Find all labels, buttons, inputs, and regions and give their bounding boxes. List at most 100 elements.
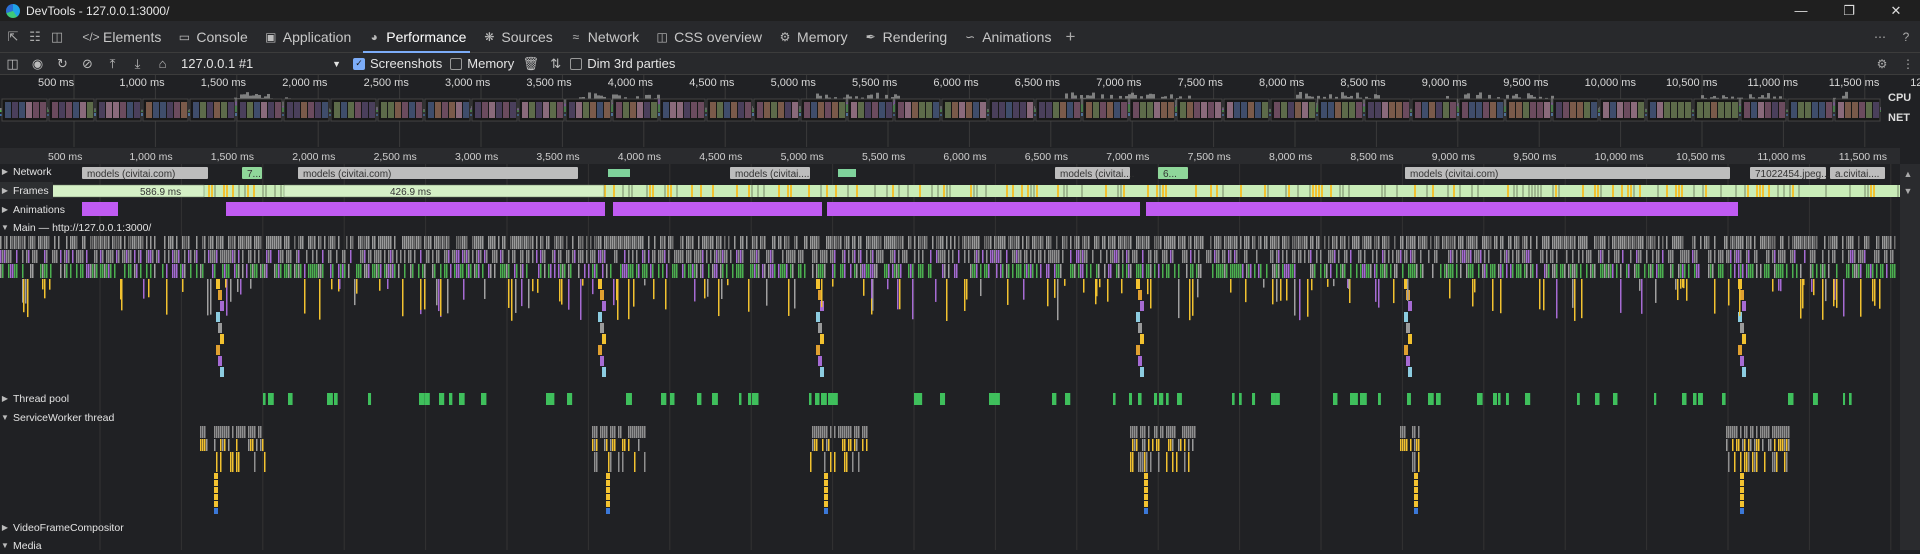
service-worker-slice[interactable] xyxy=(252,426,254,438)
thread-pool-task[interactable] xyxy=(327,393,333,405)
main-task-slice[interactable] xyxy=(1292,264,1294,278)
main-task-slice[interactable] xyxy=(1258,264,1260,278)
main-task-slice[interactable] xyxy=(1138,264,1140,278)
main-task-slice[interactable] xyxy=(986,264,988,278)
main-task-slice[interactable] xyxy=(372,264,374,278)
main-task-slice[interactable] xyxy=(1574,236,1576,249)
main-task-slice[interactable] xyxy=(1130,236,1132,249)
main-task-slice[interactable] xyxy=(616,236,618,249)
main-task-slice[interactable] xyxy=(138,250,140,263)
main-task-slice[interactable] xyxy=(1258,236,1260,249)
main-task-slice[interactable] xyxy=(764,236,766,249)
main-task-slice[interactable] xyxy=(1240,236,1242,249)
main-task-slice[interactable] xyxy=(740,236,742,249)
main-task-slice[interactable] xyxy=(1448,250,1450,263)
main-task-slice[interactable] xyxy=(46,236,48,249)
main-call-stack-slice[interactable] xyxy=(1348,279,1350,289)
main-task-slice[interactable] xyxy=(76,236,78,249)
main-task-slice[interactable] xyxy=(404,250,406,263)
main-task-slice[interactable] xyxy=(702,264,704,278)
main-task-slice[interactable] xyxy=(1484,250,1486,263)
main-task-slice[interactable] xyxy=(504,264,506,278)
main-task-slice[interactable] xyxy=(848,250,850,263)
main-task-slice[interactable] xyxy=(278,236,280,249)
thread-pool-task[interactable] xyxy=(334,393,338,405)
main-task-slice[interactable] xyxy=(560,250,562,263)
service-worker-call-stack[interactable] xyxy=(1740,473,1744,479)
main-task-slice[interactable] xyxy=(1568,236,1570,249)
main-task-slice[interactable] xyxy=(624,250,626,263)
main-task-slice[interactable] xyxy=(146,250,148,263)
main-task-slice[interactable] xyxy=(392,264,394,278)
main-task-slice[interactable] xyxy=(1794,250,1796,263)
service-worker-slice[interactable] xyxy=(614,426,616,438)
main-task-slice[interactable] xyxy=(1520,264,1522,278)
main-task-slice[interactable] xyxy=(16,236,18,249)
main-task-slice[interactable] xyxy=(1118,264,1120,278)
main-task-slice[interactable] xyxy=(848,236,850,249)
main-task-slice[interactable] xyxy=(344,264,346,278)
main-task-slice[interactable] xyxy=(1052,250,1054,263)
main-task-slice[interactable] xyxy=(676,250,678,263)
main-task-slice[interactable] xyxy=(1220,264,1222,278)
main-task-slice[interactable] xyxy=(842,264,844,278)
service-worker-slice[interactable] xyxy=(1400,426,1402,438)
main-call-stack-slice[interactable] xyxy=(1539,279,1541,310)
main-task-slice[interactable] xyxy=(208,236,210,249)
main-task-slice[interactable] xyxy=(1526,236,1528,249)
main-call-stack-slice[interactable] xyxy=(598,345,602,355)
main-task-slice[interactable] xyxy=(830,250,832,263)
main-task-slice[interactable] xyxy=(1848,264,1850,278)
main-task-slice[interactable] xyxy=(942,250,944,263)
main-task-slice[interactable] xyxy=(1336,236,1338,249)
main-task-slice[interactable] xyxy=(390,250,392,263)
main-call-stack-slice[interactable] xyxy=(511,279,513,321)
main-task-slice[interactable] xyxy=(1570,264,1572,278)
main-task-slice[interactable] xyxy=(1310,264,1312,278)
main-task-slice[interactable] xyxy=(236,264,238,278)
main-task-slice[interactable] xyxy=(632,236,634,249)
main-task-slice[interactable] xyxy=(1670,264,1672,278)
main-call-stack-slice[interactable] xyxy=(339,279,341,289)
save-profile-button[interactable]: ⤓ xyxy=(125,53,150,75)
main-task-slice[interactable] xyxy=(1830,236,1832,249)
service-worker-slice[interactable] xyxy=(1188,439,1190,451)
main-task-slice[interactable] xyxy=(288,264,290,278)
main-task-slice[interactable] xyxy=(918,264,920,278)
main-task-slice[interactable] xyxy=(1738,250,1740,263)
main-task-slice[interactable] xyxy=(546,236,548,249)
main-task-slice[interactable] xyxy=(812,236,814,249)
main-task-slice[interactable] xyxy=(922,250,924,263)
main-task-slice[interactable] xyxy=(736,250,738,263)
main-task-slice[interactable] xyxy=(872,236,874,249)
service-worker-slice[interactable] xyxy=(1192,439,1194,451)
main-task-slice[interactable] xyxy=(526,250,528,263)
main-task-slice[interactable] xyxy=(756,236,758,249)
main-task-slice[interactable] xyxy=(788,250,790,263)
main-task-slice[interactable] xyxy=(1768,236,1770,249)
service-worker-slice[interactable] xyxy=(232,426,234,438)
main-task-slice[interactable] xyxy=(0,236,2,249)
main-task-slice[interactable] xyxy=(242,236,244,249)
animations-track-header[interactable]: ▶ Animations xyxy=(0,201,65,218)
main-task-slice[interactable] xyxy=(1780,236,1782,249)
main-call-stack-slice[interactable] xyxy=(816,312,820,322)
service-worker-slice[interactable] xyxy=(1142,439,1144,451)
main-task-slice[interactable] xyxy=(488,236,490,249)
main-task-slice[interactable] xyxy=(998,250,1000,263)
main-task-slice[interactable] xyxy=(892,250,894,263)
main-call-stack-slice[interactable] xyxy=(718,279,720,317)
main-task-slice[interactable] xyxy=(580,236,582,249)
main-task-slice[interactable] xyxy=(12,236,14,249)
main-task-slice[interactable] xyxy=(152,250,154,263)
main-task-slice[interactable] xyxy=(444,236,446,249)
main-call-stack-slice[interactable] xyxy=(1408,301,1412,311)
main-call-stack-slice[interactable] xyxy=(598,312,602,322)
main-task-slice[interactable] xyxy=(978,250,980,263)
main-task-slice[interactable] xyxy=(172,236,174,249)
main-task-slice[interactable] xyxy=(1416,264,1418,278)
main-task-slice[interactable] xyxy=(754,250,756,263)
main-task-slice[interactable] xyxy=(648,250,650,263)
main-task-slice[interactable] xyxy=(630,236,632,249)
main-task-slice[interactable] xyxy=(294,236,296,249)
